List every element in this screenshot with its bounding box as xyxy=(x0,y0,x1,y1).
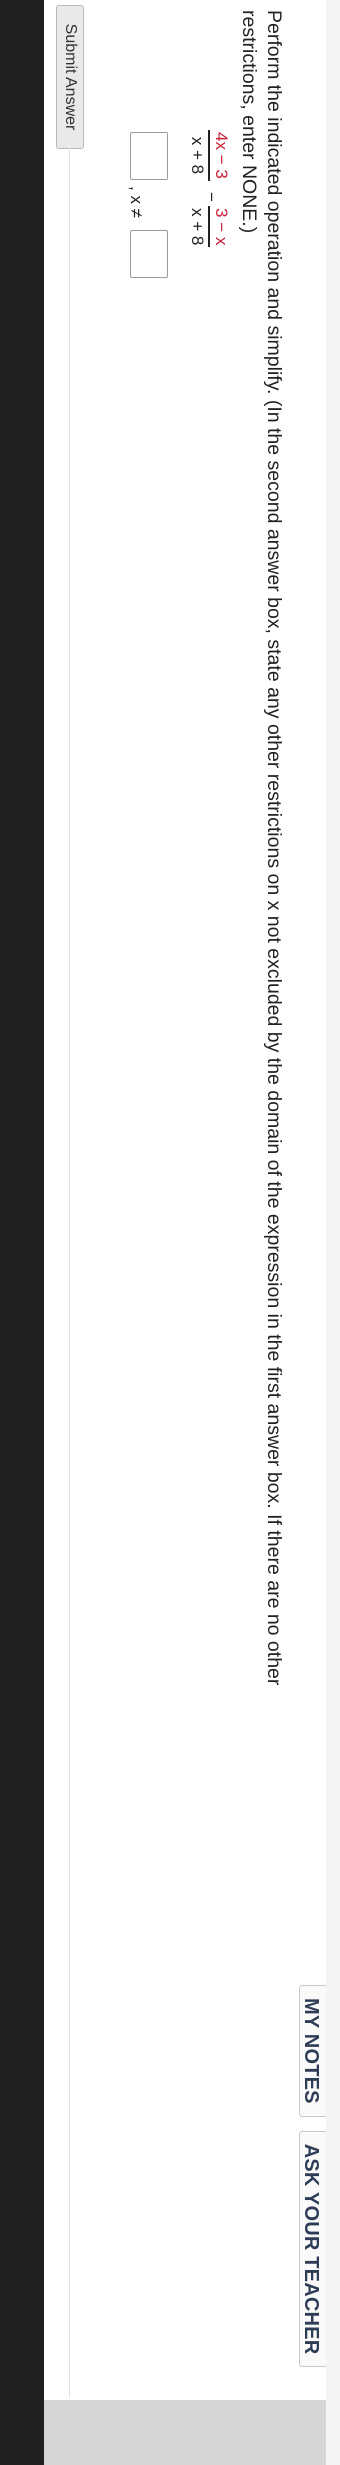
fraction-2-numerator: 3 − x xyxy=(212,208,231,246)
ask-your-teacher-button[interactable]: ASK YOUR TEACHER xyxy=(299,2130,326,2368)
question-line-1: Perform the indicated operation and simp… xyxy=(263,10,285,1686)
fraction-1: 4x − 3 x + 8 xyxy=(188,130,231,181)
header-buttons: MY NOTES ASK YOUR TEACHER xyxy=(299,1985,326,2381)
right-margin xyxy=(44,2400,326,2465)
question-panel: MY NOTES ASK YOUR TEACHER Perform the in… xyxy=(46,0,326,2400)
fraction-2-denominator: x + 8 xyxy=(188,208,208,246)
fraction-1-denominator: x + 8 xyxy=(188,136,208,175)
fraction-1-numerator: 4x − 3 xyxy=(212,132,231,179)
question-prompt: Perform the indicated operation and simp… xyxy=(236,10,286,2010)
submit-answer-button[interactable]: Submit Answer xyxy=(56,5,84,149)
my-notes-button[interactable]: MY NOTES xyxy=(299,1985,326,2117)
fraction-bar xyxy=(208,206,210,248)
page: MY NOTES ASK YOUR TEACHER Perform the in… xyxy=(0,0,340,2465)
answer-input-restrictions[interactable] xyxy=(130,230,168,278)
restriction-label: , x ≠ xyxy=(127,186,146,218)
dark-background xyxy=(0,0,44,2465)
question-line-2: restrictions, enter NONE.) xyxy=(238,10,260,234)
fraction-bar xyxy=(208,130,210,181)
minus-operator: − xyxy=(202,192,221,202)
fraction-2: 3 − x x + 8 xyxy=(188,206,231,248)
divider xyxy=(69,148,70,2398)
answer-input-expression[interactable] xyxy=(130,132,168,180)
